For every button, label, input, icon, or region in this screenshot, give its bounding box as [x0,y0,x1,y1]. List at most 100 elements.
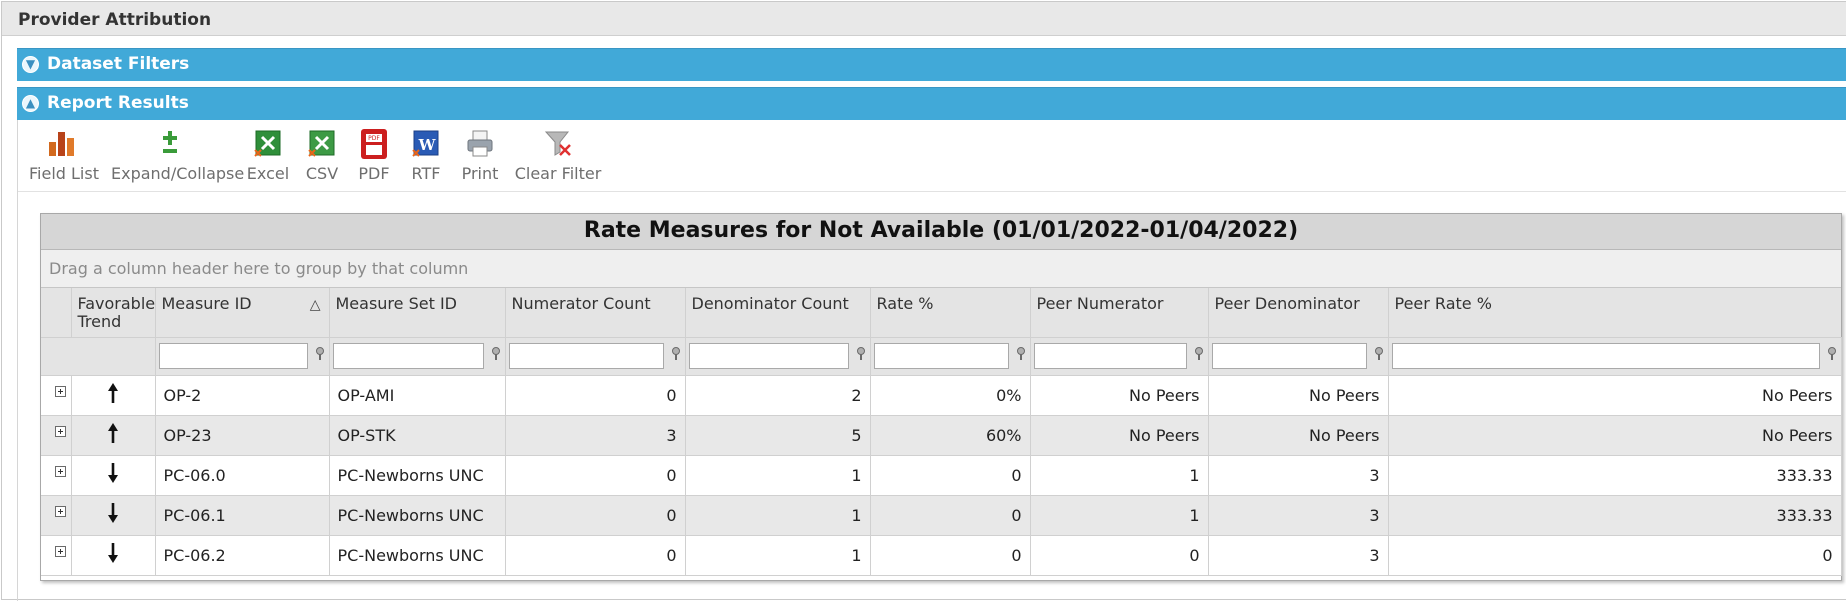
peer-denominator-cell: 3 [1208,535,1389,576]
trend-down-icon [106,463,120,489]
table-row: PC-06.2 PC-Newborns UNC 0 1 0 0 3 0 [41,535,1842,576]
measure-set-id-cell: OP-STK [329,415,506,456]
table-row: OP-2 OP-AMI 0 2 0% No Peers No Peers No … [41,375,1842,416]
rate-cell: 0 [870,495,1031,536]
filter-row [41,337,1842,376]
favorable-trend-cell [71,375,156,416]
measure-id-cell: PC-06.2 [155,535,330,576]
row-expand-icon[interactable] [55,545,66,557]
export-rtf-button[interactable]: W RTF [406,128,446,183]
filter-icon[interactable] [1015,346,1027,360]
filter-icon[interactable] [670,346,682,360]
favorable-trend-cell [71,455,156,496]
row-expand-cell [41,535,72,576]
filter-icon[interactable] [1373,346,1385,360]
filter-input-measure-id[interactable] [158,343,308,369]
column-header-rate[interactable]: Rate % [870,288,1031,338]
peer-numerator-cell: No Peers [1030,415,1209,456]
field-list-button[interactable]: Field List [29,128,99,183]
row-expand-icon[interactable] [55,505,66,517]
row-expand-cell [41,495,72,536]
dataset-filters-panel-header[interactable]: ▼ Dataset Filters [17,48,1846,81]
numerator-count-cell: 0 [505,535,686,576]
peer-denominator-cell: No Peers [1208,375,1389,416]
column-header-measure-set-id[interactable]: Measure Set ID [329,288,506,338]
expand-collapse-label: Expand/Collapse [111,164,245,183]
column-header-favorable-trend[interactable]: Favorable Trend [71,288,156,338]
numerator-count-cell: 3 [505,415,686,456]
page-title: Provider Attribution [2,2,1846,36]
filter-input-peer-denominator[interactable] [1211,343,1367,369]
peer-denominator-cell: 3 [1208,495,1389,536]
clear-filter-button[interactable]: Clear Filter [512,128,604,183]
clear-filter-label: Clear Filter [514,164,602,183]
csv-label: CSV [305,164,339,183]
expand-collapse-button[interactable]: Expand/Collapse [111,128,245,183]
column-header-peer-rate[interactable]: Peer Rate % [1388,288,1841,338]
plus-minus-icon [155,128,185,160]
row-expand-icon[interactable] [55,385,66,397]
peer-numerator-cell: 1 [1030,495,1209,536]
measure-set-id-cell: PC-Newborns UNC [329,495,506,536]
filter-input-peer-numerator[interactable] [1033,343,1187,369]
column-header-peer-denominator[interactable]: Peer Denominator [1208,288,1389,338]
trend-down-icon [106,503,120,529]
peer-rate-cell: 333.33 [1388,495,1842,536]
numerator-count-cell: 0 [505,375,686,416]
printer-icon [465,128,495,160]
filter-input-numerator-count[interactable] [508,343,664,369]
denominator-count-cell: 1 [685,455,871,496]
filter-input-rate[interactable] [873,343,1009,369]
rate-measures-grid: Rate Measures for Not Available (01/01/2… [40,213,1842,581]
report-toolbar: Field List Expand/Collapse Excel CSV PDF… [18,120,1846,192]
report-results-panel-header[interactable]: ▲ Report Results [17,87,1846,120]
column-header-denominator-count[interactable]: Denominator Count [685,288,871,338]
peer-numerator-cell: 1 [1030,455,1209,496]
peer-numerator-cell: No Peers [1030,375,1209,416]
filter-icon[interactable] [490,346,502,360]
group-by-panel[interactable]: Drag a column header here to group by th… [41,250,1841,288]
export-excel-button[interactable]: Excel [246,128,290,183]
numerator-count-cell: 0 [505,455,686,496]
print-button[interactable]: Print [456,128,504,183]
denominator-count-cell: 1 [685,495,871,536]
denominator-count-cell: 1 [685,535,871,576]
svg-text:PDF: PDF [368,135,380,142]
row-expand-icon[interactable] [55,465,66,477]
measure-id-cell: PC-06.0 [155,455,330,496]
filter-input-denominator-count[interactable] [688,343,849,369]
pdf-label: PDF [358,164,390,183]
column-header-measure-id[interactable]: Measure ID △ [155,288,330,338]
column-header-numerator-count[interactable]: Numerator Count [505,288,686,338]
measure-set-id-cell: OP-AMI [329,375,506,416]
filter-icon[interactable] [1193,346,1205,360]
filter-icon[interactable] [314,346,326,360]
rate-cell: 60% [870,415,1031,456]
filter-icon[interactable] [855,346,867,360]
favorable-trend-cell [71,495,156,536]
export-pdf-button[interactable]: PDF PDF [354,128,394,183]
filter-input-peer-rate[interactable] [1391,343,1820,369]
filter-cell-measure-set-id [329,337,506,376]
column-header-peer-numerator[interactable]: Peer Numerator [1030,288,1209,338]
rate-cell: 0% [870,375,1031,416]
expand-circle-icon[interactable]: ▼ [22,56,39,73]
filter-cell-numerator-count [505,337,686,376]
filter-icon[interactable] [1826,346,1838,360]
report-results-label: Report Results [47,93,189,113]
print-label: Print [461,164,499,183]
sort-ascending-icon: △ [309,297,321,313]
row-expand-cell [41,375,72,416]
peer-denominator-cell: 3 [1208,455,1389,496]
peer-rate-cell: 333.33 [1388,455,1842,496]
numerator-count-cell: 0 [505,495,686,536]
row-expand-icon[interactable] [55,425,66,437]
filter-input-measure-set-id[interactable] [332,343,484,369]
svg-text:W: W [418,136,437,154]
collapse-circle-icon[interactable]: ▲ [22,95,39,112]
filter-cell-peer-denominator [1208,337,1389,376]
export-csv-button[interactable]: CSV [302,128,342,183]
favorable-trend-cell [71,415,156,456]
clear-filter-icon [543,128,573,160]
field-list-icon [47,128,77,160]
